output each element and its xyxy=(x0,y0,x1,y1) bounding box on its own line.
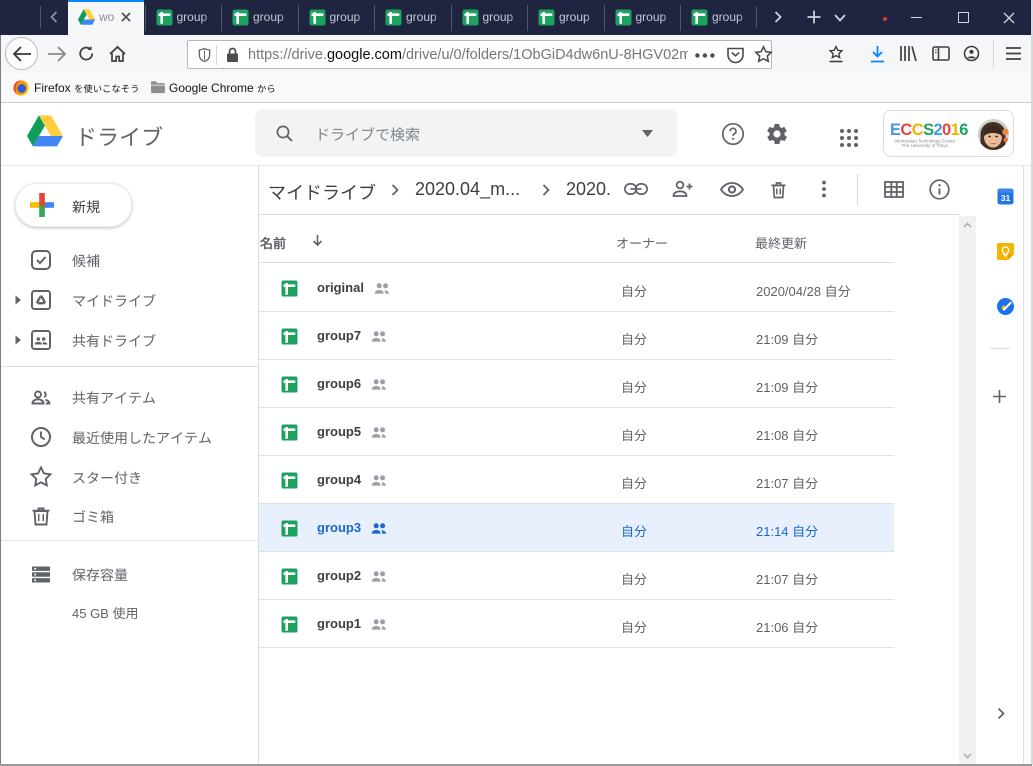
svg-text:31: 31 xyxy=(1001,193,1011,203)
